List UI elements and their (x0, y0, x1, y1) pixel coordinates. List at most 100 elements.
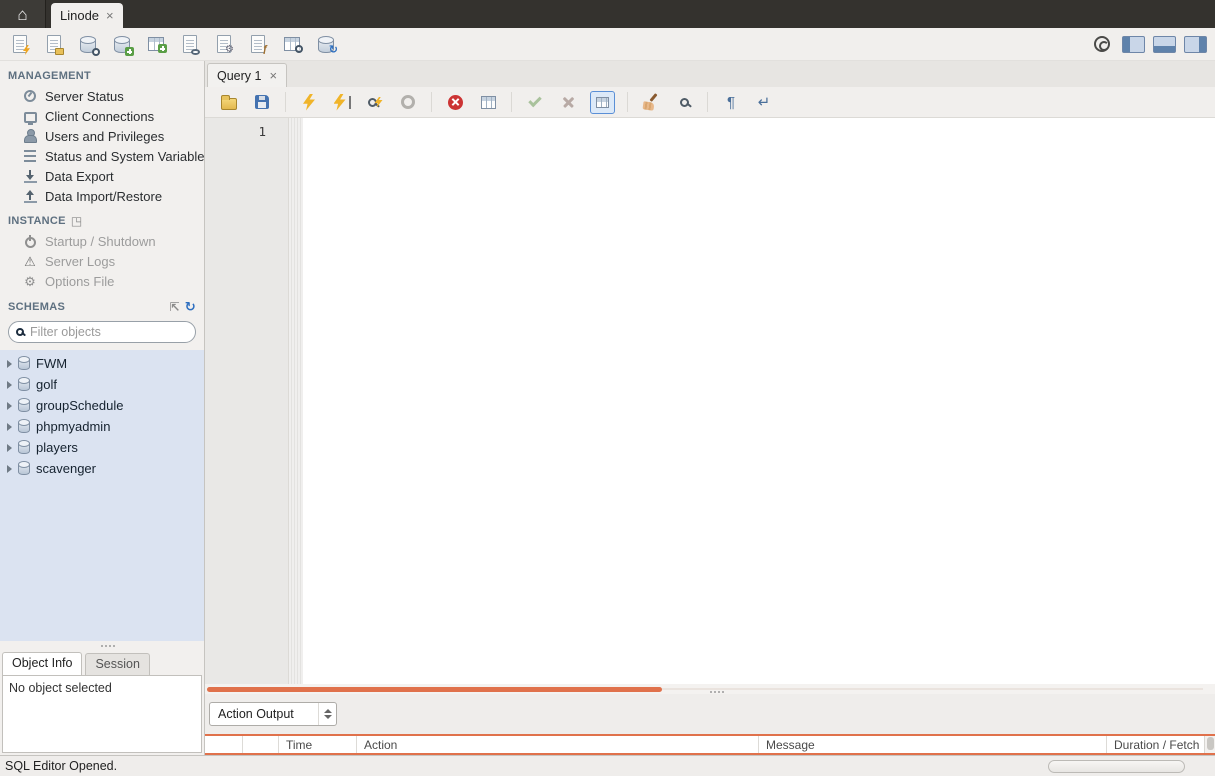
schema-name: scavenger (36, 461, 96, 476)
instance-badge-icon: ◳ (70, 214, 83, 228)
toggle-bottom-panel-icon[interactable] (1152, 32, 1176, 56)
schema-row-players[interactable]: players (0, 437, 204, 458)
sidebar-item-data-export[interactable]: Data Export (0, 166, 204, 186)
sql-code-input[interactable] (303, 118, 1215, 684)
create-view-icon[interactable] (178, 32, 202, 56)
search-table-data-icon[interactable] (280, 32, 304, 56)
open-sql-script-icon[interactable] (42, 32, 66, 56)
sidebar-splitter-handle[interactable] (0, 641, 204, 651)
sidebar-item-label: Data Import/Restore (45, 188, 163, 204)
chevron-up-icon (323, 709, 332, 713)
system-variables-icon (22, 148, 38, 164)
status-text: SQL Editor Opened. (5, 759, 118, 773)
sidebar-item-server-logs[interactable]: ⚠ Server Logs (0, 251, 204, 271)
plus-badge-icon (158, 44, 167, 53)
schema-row-groupschedule[interactable]: groupSchedule (0, 395, 204, 416)
expander-icon[interactable] (7, 443, 12, 452)
home-tab[interactable]: ⌂ (0, 0, 46, 28)
magnifier-icon (367, 97, 377, 107)
scrollbar-thumb[interactable] (1206, 737, 1214, 750)
sql-document-icon (183, 35, 200, 55)
options-file-icon: ⚙ (24, 273, 36, 289)
sidebar-item-startup-shutdown[interactable]: Startup / Shutdown (0, 231, 204, 251)
broom-icon (643, 94, 659, 110)
output-view-selector[interactable]: Action Output (209, 702, 337, 726)
rollback-icon[interactable] (556, 90, 580, 114)
sidebar-item-data-import[interactable]: Data Import/Restore (0, 186, 204, 206)
grip-dots-icon[interactable] (710, 691, 712, 693)
create-procedure-icon[interactable] (212, 32, 236, 56)
create-table-icon[interactable] (144, 32, 168, 56)
execute-icon[interactable] (297, 90, 321, 114)
grid-icon (480, 95, 496, 109)
new-query-tab-icon[interactable] (8, 32, 32, 56)
fold-margin (289, 118, 303, 684)
output-vertical-scrollbar[interactable] (1204, 736, 1215, 753)
expander-icon[interactable] (7, 422, 12, 431)
toggle-stop-on-error-icon[interactable] (443, 90, 467, 114)
plus-badge-icon (125, 47, 134, 56)
schema-row-fwm[interactable]: FWM (0, 353, 204, 374)
create-schema-icon[interactable] (110, 32, 134, 56)
tab-query-1[interactable]: Query 1 × (207, 63, 288, 87)
sidebar-item-system-variables[interactable]: Status and System Variables (0, 146, 204, 166)
bolt-badge-icon (23, 45, 30, 55)
sidebar-item-server-status[interactable]: Server Status (0, 86, 204, 106)
connection-tab-linode[interactable]: Linode × (51, 3, 123, 28)
toolbar-separator (511, 92, 512, 112)
database-icon (318, 36, 334, 53)
schema-row-golf[interactable]: golf (0, 374, 204, 395)
magnifier-badge-icon (295, 45, 303, 53)
connection-tab-close-icon[interactable]: × (106, 8, 114, 23)
sql-editor-area: Query 1 × ¶ ↵ 1 Action Output Time Actio… (205, 61, 1215, 755)
sidebar-item-label: Client Connections (45, 108, 155, 124)
refresh-schemas-icon[interactable]: ↻ (185, 300, 196, 313)
instance-section-title: INSTANCE ◳ (0, 206, 204, 231)
spinner-icon[interactable] (318, 703, 336, 725)
open-script-icon[interactable] (217, 90, 241, 114)
sidebar-item-users-privileges[interactable]: Users and Privileges (0, 126, 204, 146)
expander-icon[interactable] (7, 401, 12, 410)
sidebar-item-options-file[interactable]: ⚙ Options File (0, 271, 204, 291)
save-script-icon[interactable] (250, 90, 274, 114)
sidebar-item-client-connections[interactable]: Client Connections (0, 106, 204, 126)
column-message: Message (759, 736, 1107, 753)
expander-icon[interactable] (7, 380, 12, 389)
stop-icon[interactable] (396, 90, 420, 114)
schema-row-scavenger[interactable]: scavenger (0, 458, 204, 479)
table-icon (148, 37, 167, 53)
expand-panel-icon[interactable]: ⇱ (169, 301, 179, 313)
create-function-icon[interactable] (246, 32, 270, 56)
sql-editor-body: 1 (205, 117, 1215, 684)
column-duration: Duration / Fetch (1114, 738, 1200, 752)
toggle-autocommit-icon[interactable] (589, 90, 616, 114)
toggle-left-panel-icon[interactable] (1121, 32, 1145, 56)
cursor-icon (348, 95, 351, 109)
tab-object-info[interactable]: Object Info (2, 652, 83, 675)
commit-icon[interactable] (523, 90, 547, 114)
query-tab-close-icon[interactable]: × (269, 68, 277, 83)
explain-icon[interactable] (363, 90, 387, 114)
beautify-icon[interactable] (639, 90, 663, 114)
sql-document-icon (47, 35, 64, 55)
schema-icon (18, 398, 30, 412)
limit-rows-icon[interactable] (476, 90, 500, 114)
scrollbar-thumb[interactable] (207, 686, 662, 692)
invisibles-icon[interactable]: ¶ (719, 90, 743, 114)
magnifier-icon (679, 97, 689, 107)
find-icon[interactable] (672, 90, 696, 114)
inspect-database-icon[interactable] (76, 32, 100, 56)
schema-name: FWM (36, 356, 68, 371)
server-logs-icon: ⚠ (24, 253, 36, 269)
toggle-right-panel-icon[interactable] (1183, 32, 1207, 56)
schema-icon (18, 419, 30, 433)
reconnect-dbms-icon[interactable] (314, 32, 338, 56)
execute-current-icon[interactable] (330, 90, 354, 114)
expander-icon[interactable] (7, 359, 12, 368)
wrap-text-icon[interactable]: ↵ (752, 90, 776, 114)
tab-session[interactable]: Session (85, 653, 150, 675)
schema-row-phpmyadmin[interactable]: phpmyadmin (0, 416, 204, 437)
expander-icon[interactable] (7, 464, 12, 473)
check-icon (528, 93, 542, 107)
filter-objects-input[interactable] (30, 325, 188, 339)
